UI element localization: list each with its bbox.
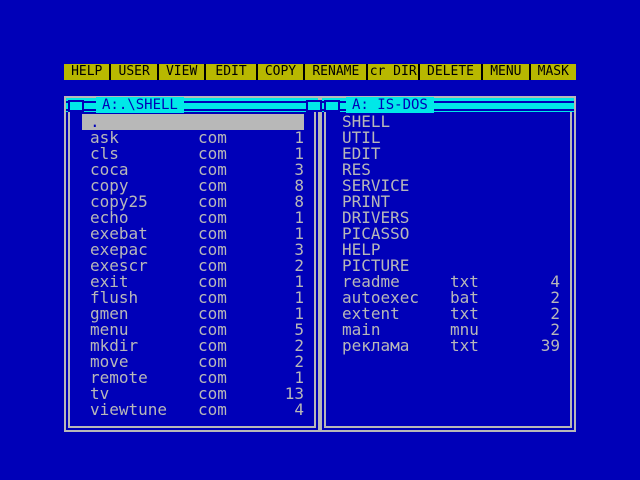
toolbar-edit-button[interactable]: EDIT xyxy=(206,64,256,80)
toolbar-rename-button[interactable]: RENAME xyxy=(305,64,367,80)
window-square-icon[interactable] xyxy=(68,100,84,112)
left-file-list: . ask com 1 cls com 1 coca com 3 copy com 8 copy25 com… xyxy=(82,114,304,418)
toolbar-delete-button[interactable]: DELETE xyxy=(419,64,482,80)
file-ext: com xyxy=(198,400,227,419)
toolbar-cr-dir-button[interactable]: cr DIR xyxy=(368,64,418,80)
left-panel-title: A:.\SHELL xyxy=(96,97,184,113)
file-ext: txt xyxy=(450,336,479,355)
function-key-bar: HELP USER VIEW EDIT COPY RENAME cr DIR DELETE ME… xyxy=(64,64,577,80)
left-panel-titlebar: A:.\SHELL xyxy=(66,97,318,113)
file-row[interactable]: EDIT xyxy=(338,146,560,162)
file-row[interactable]: remote com 1 xyxy=(82,370,304,386)
toolbar-user-button[interactable]: USER xyxy=(111,64,157,80)
window-square-icon[interactable] xyxy=(306,100,322,112)
window-square-icon[interactable] xyxy=(324,100,340,112)
right-panel-titlebar: A: IS-DOS xyxy=(306,97,574,113)
file-name: viewtune xyxy=(90,400,168,419)
right-file-list: SHELL UTIL EDIT RES SERVICE PRINT DRIVERS PICAS… xyxy=(338,114,560,354)
toolbar-help-button[interactable]: HELP xyxy=(64,64,110,80)
toolbar-mask-button[interactable]: MASK xyxy=(530,64,577,80)
file-size: 39 xyxy=(540,336,560,355)
toolbar-copy-button[interactable]: COPY xyxy=(257,64,304,80)
file-size: 4 xyxy=(294,400,304,419)
file-row[interactable]: viewtune com 4 xyxy=(82,402,304,418)
toolbar-menu-button[interactable]: MENU xyxy=(483,64,529,80)
toolbar-view-button[interactable]: VIEW xyxy=(158,64,205,80)
file-name: реклама xyxy=(342,336,410,355)
left-file-panel[interactable]: A:.\SHELL . ask com 1 cls com 1 coca com 3 copy com… xyxy=(64,96,320,432)
right-file-panel[interactable]: A: IS-DOS SHELL UTIL EDIT RES SERVICE PRINT DR… xyxy=(306,96,576,432)
file-row[interactable]: реклама txt 39 xyxy=(338,338,560,354)
right-panel-title: A: IS-DOS xyxy=(346,97,434,113)
